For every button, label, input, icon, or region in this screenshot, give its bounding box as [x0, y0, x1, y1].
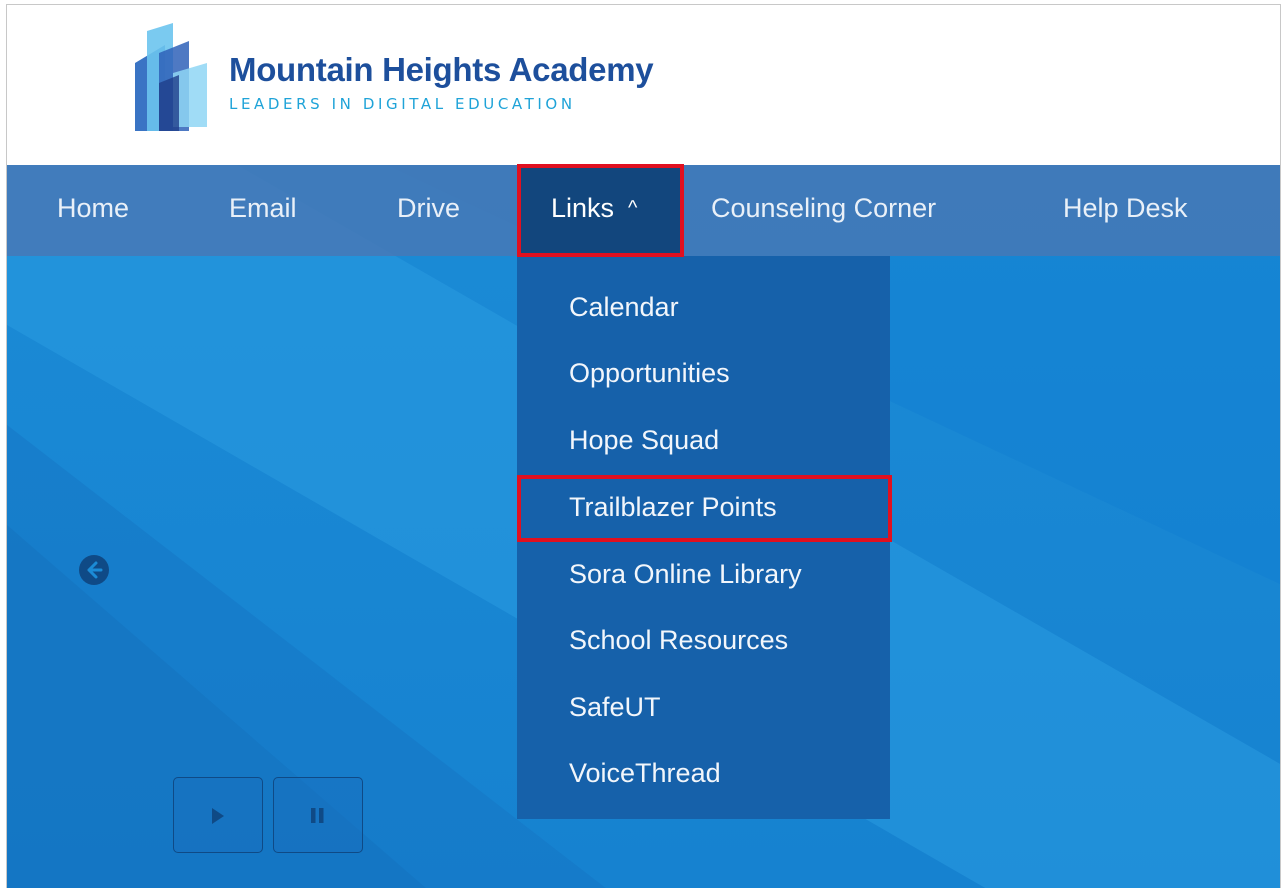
nav-item-label: Help Desk [1063, 193, 1188, 223]
carousel-pause-button[interactable] [273, 777, 363, 853]
play-icon [212, 808, 224, 824]
site-tagline: LEADERS IN DIGITAL EDUCATION [229, 95, 576, 113]
highlight-links-tab [517, 164, 684, 257]
nav-item-drive[interactable]: Drive [397, 165, 460, 256]
nav-item-label: Counseling Corner [711, 193, 937, 223]
pause-icon [311, 808, 324, 823]
site-title[interactable]: Mountain Heights Academy [229, 51, 654, 89]
nav-item-label: Email [229, 193, 297, 223]
carousel-play-button[interactable] [173, 777, 263, 853]
menu-item-calendar[interactable]: Calendar [569, 292, 679, 323]
menu-item-voicethread[interactable]: VoiceThread [569, 758, 721, 789]
menu-item-sora-online-library[interactable]: Sora Online Library [569, 559, 802, 590]
carousel-prev-button[interactable] [79, 555, 109, 585]
nav-item-help-desk[interactable]: Help Desk [1063, 165, 1188, 256]
menu-item-opportunities[interactable]: Opportunities [569, 358, 730, 389]
nav-item-label: Home [57, 193, 130, 223]
nav-item-email[interactable]: Email [229, 165, 297, 256]
nav-item-label: Drive [397, 193, 461, 223]
academy-logo-icon[interactable] [129, 23, 209, 133]
highlight-trailblazer-points [517, 475, 892, 542]
menu-item-hope-squad[interactable]: Hope Squad [569, 425, 719, 456]
arrow-left-icon [87, 561, 103, 579]
nav-item-home[interactable]: Home [57, 165, 129, 256]
menu-item-safeut[interactable]: SafeUT [569, 692, 661, 723]
site-header: Mountain Heights Academy LEADERS IN DIGI… [7, 5, 1280, 165]
nav-item-counseling-corner[interactable]: Counseling Corner [711, 165, 936, 256]
browser-viewport: Mountain Heights Academy LEADERS IN DIGI… [6, 4, 1281, 888]
menu-item-school-resources[interactable]: School Resources [569, 625, 788, 656]
